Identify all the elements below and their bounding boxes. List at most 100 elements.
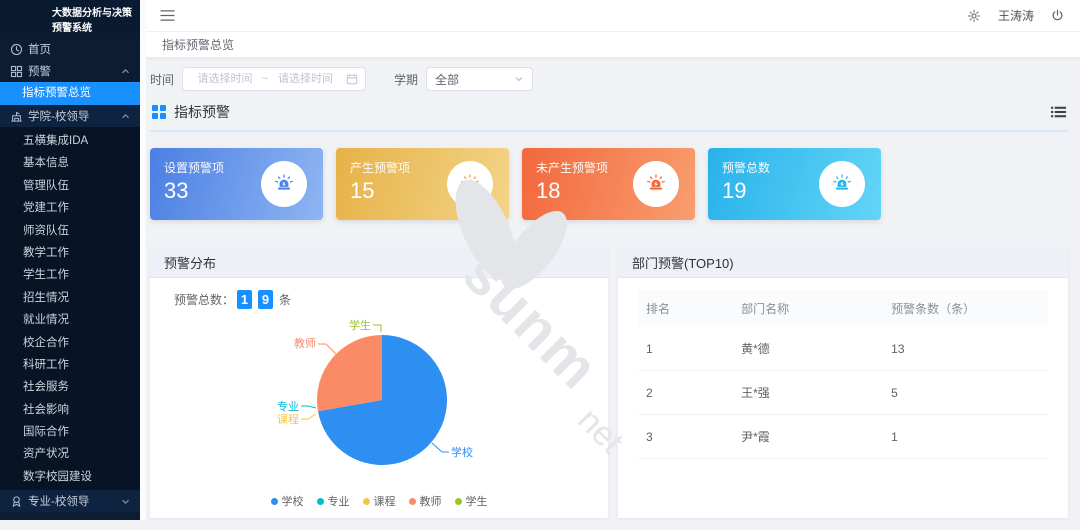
alarm-icon — [645, 173, 667, 195]
stat-card: 设置预警项 33 — [150, 148, 323, 220]
sidebar-group-major-leader[interactable]: 专业-校领导 — [0, 490, 140, 512]
table-row: 2王*强5 — [638, 371, 1048, 415]
legend-label: 学生 — [466, 493, 488, 509]
sidebar-item[interactable]: 党建工作 — [0, 197, 140, 219]
sidebar-item[interactable]: 科研工作 — [0, 354, 140, 376]
sidebar-item[interactable]: 国际合作 — [0, 421, 140, 443]
breadcrumb: 指标预警总览 — [146, 32, 1080, 58]
sidebar-submenu: 五横集成IDA基本信息管理队伍党建工作师资队伍教学工作学生工作招生情况就业情况校… — [0, 127, 140, 490]
range-separator: ~ — [262, 73, 268, 85]
table-row: 1黄*德13 — [638, 327, 1048, 371]
stat-card: 预警总数 19 — [708, 148, 881, 220]
section-header: 指标预警 — [150, 102, 1068, 132]
legend-label: 课程 — [374, 493, 396, 509]
legend-dot — [317, 498, 324, 505]
legend-label: 专业 — [328, 493, 350, 509]
column-header-rank: 排名 — [638, 290, 733, 327]
sidebar-item[interactable]: 师资队伍 — [0, 220, 140, 242]
end-date-input[interactable] — [270, 72, 340, 86]
sidebar-item-home[interactable]: 首页 — [0, 38, 140, 60]
sidebar-item[interactable]: 就业情况 — [0, 309, 140, 331]
power-icon[interactable] — [1051, 9, 1064, 22]
sidebar-scrollbar[interactable] — [140, 0, 146, 520]
sidebar-item[interactable]: 基本信息 — [0, 152, 140, 174]
legend-dot — [455, 498, 462, 505]
table-cell: 1 — [638, 327, 733, 371]
table-cell: 3 — [638, 415, 733, 459]
menu-fold-icon[interactable] — [160, 9, 175, 22]
table-row: 3尹*霞1 — [638, 415, 1048, 459]
sidebar-item[interactable]: 社会服务 — [0, 376, 140, 398]
term-select-value: 全部 — [435, 71, 459, 88]
legend-item[interactable]: 课程 — [363, 493, 396, 509]
app-title: 大数据分析与决策预警系统 — [0, 0, 140, 38]
alarm-icon — [273, 173, 295, 195]
pie-label: 学生 — [349, 318, 371, 332]
sidebar-item-label: 学院-校领导 — [28, 108, 89, 124]
legend-item[interactable]: 教师 — [409, 493, 442, 509]
column-header-count: 预警条数（条） — [883, 290, 1048, 327]
column-header-dept: 部门名称 — [733, 290, 883, 327]
icon-circle — [819, 161, 865, 207]
pie-label: 课程 — [277, 413, 299, 426]
sidebar-item[interactable]: 学生工作 — [0, 264, 140, 286]
pie-label: 教师 — [294, 337, 316, 350]
pie-label-line — [432, 443, 449, 452]
sidebar-item-label: 预警 — [28, 63, 51, 79]
sidebar-item-label: 首页 — [28, 41, 51, 57]
legend-item[interactable]: 学生 — [455, 493, 488, 509]
sidebar: 大数据分析与决策预警系统 首页 预警 指标预警总览 学院-校领导 五横集成IDA… — [0, 0, 140, 520]
clock-icon — [10, 43, 23, 56]
chevron-down-icon — [121, 497, 130, 506]
pie-label-line — [318, 344, 336, 354]
alarm-icon — [831, 173, 853, 195]
user-name[interactable]: 王涛涛 — [998, 7, 1034, 24]
table-cell: 5 — [883, 371, 1048, 415]
sidebar-item-warning[interactable]: 预警 — [0, 60, 140, 82]
sidebar-item[interactable]: 校企合作 — [0, 332, 140, 354]
stat-card: 未产生预警项 18 — [522, 148, 695, 220]
sidebar-item[interactable]: 数字校园建设 — [0, 466, 140, 488]
top10-table: 排名 部门名称 预警条数（条） 1黄*德132王*强53尹*霞1 — [638, 290, 1048, 459]
topbar: 王涛涛 — [146, 0, 1080, 32]
sidebar-item[interactable]: 社会影响 — [0, 399, 140, 421]
table-cell: 2 — [638, 371, 733, 415]
legend-label: 学校 — [282, 493, 304, 509]
alarm-icon — [459, 173, 481, 195]
top10-panel: 部门预警(TOP10) 排名 部门名称 预警条数（条） 1黄*德132王*强53… — [618, 248, 1068, 518]
date-range-picker[interactable]: ~ — [182, 67, 366, 91]
sidebar-item[interactable]: 资产状况 — [0, 443, 140, 465]
sidebar-item[interactable]: 五横集成IDA — [0, 130, 140, 152]
gear-icon[interactable] — [967, 9, 981, 23]
table-cell: 黄*德 — [733, 327, 883, 371]
sidebar-item[interactable]: 管理队伍 — [0, 175, 140, 197]
panel-title: 部门预警(TOP10) — [618, 248, 1068, 278]
grid-icon — [10, 65, 23, 78]
icon-circle — [447, 161, 493, 207]
table-cell: 13 — [883, 327, 1048, 371]
start-date-input[interactable] — [190, 72, 260, 86]
pie-chart: 学生 教师 专业 课程 学校 — [150, 278, 608, 518]
sidebar-item[interactable]: 招生情况 — [0, 287, 140, 309]
sidebar-item-label: 专业-校领导 — [28, 493, 89, 509]
sidebar-group-college-leader[interactable]: 学院-校领导 — [0, 105, 140, 127]
legend-label: 教师 — [420, 493, 442, 509]
distribution-panel: 预警分布 预警总数： 19 条 学生 教师 — [150, 248, 608, 518]
list-view-icon[interactable] — [1051, 106, 1066, 118]
table-cell: 王*强 — [733, 371, 883, 415]
sidebar-item[interactable]: 教学工作 — [0, 242, 140, 264]
chevron-up-icon — [121, 112, 130, 121]
table-cell: 尹*霞 — [733, 415, 883, 459]
legend-item[interactable]: 学校 — [271, 493, 304, 509]
pie-label-line — [301, 406, 316, 408]
term-select[interactable]: 全部 — [426, 67, 533, 91]
sidebar-item-indicator-overview[interactable]: 指标预警总览 — [0, 82, 140, 105]
legend-dot — [271, 498, 278, 505]
stat-card: 产生预警项 15 — [336, 148, 509, 220]
pie-label: 学校 — [451, 445, 473, 459]
stat-cards: 设置预警项 33 产生预警项 15 未产生预警项 1 — [150, 148, 1068, 220]
pie-slice-teacher[interactable] — [317, 335, 382, 411]
table-cell: 1 — [883, 415, 1048, 459]
pie-label-line — [373, 325, 381, 332]
legend-item[interactable]: 专业 — [317, 493, 350, 509]
